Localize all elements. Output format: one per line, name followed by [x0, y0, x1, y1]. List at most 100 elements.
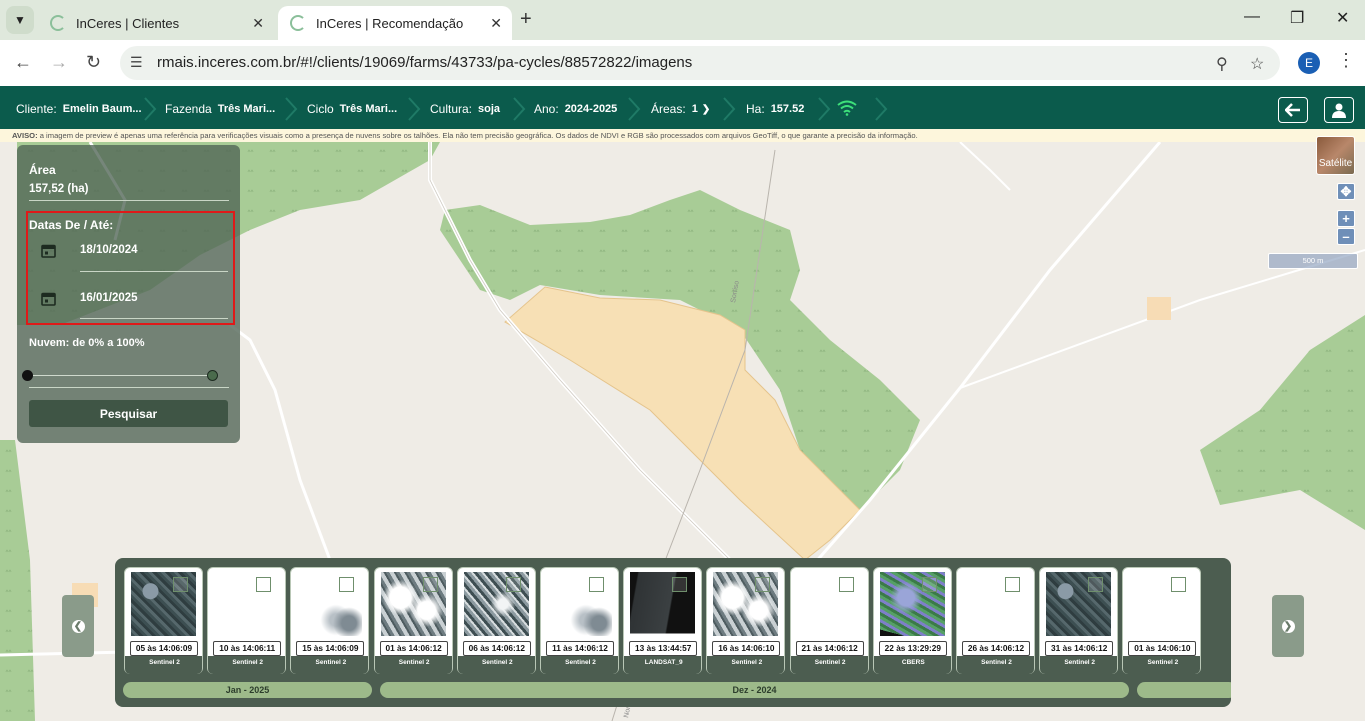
image-thumbnail[interactable] — [547, 572, 612, 636]
breadcrumb-cultura[interactable]: Cultura: soja — [430, 86, 500, 132]
image-card[interactable]: 31 às 14:06:12 Sentinel 2 — [1039, 567, 1119, 674]
url-field[interactable]: ☰ rmais.inceres.com.br/#!/clients/19069/… — [120, 46, 1280, 80]
image-thumbnail[interactable] — [630, 572, 696, 636]
restore-window-icon[interactable]: ❐ — [1290, 8, 1304, 28]
image-select-checkbox[interactable] — [422, 577, 438, 592]
image-thumbnail[interactable] — [713, 572, 779, 636]
profile-avatar[interactable]: E — [1298, 52, 1320, 74]
zoom-out-button[interactable]: – — [1337, 228, 1355, 245]
new-tab-plus-icon[interactable]: + — [520, 8, 532, 31]
image-select-checkbox[interactable] — [505, 577, 521, 592]
site-settings-icon[interactable]: ☰ — [130, 54, 143, 71]
month-group-label[interactable] — [1137, 682, 1231, 698]
image-select-checkbox[interactable] — [921, 577, 937, 592]
breadcrumb-fazenda[interactable]: Fazenda Três Mari... — [165, 86, 275, 132]
move-button[interactable]: ✥ — [1337, 183, 1355, 200]
image-thumbnail[interactable] — [380, 572, 446, 636]
browser-tab-recomendacao[interactable]: InCeres | Recomendação ✕ — [278, 6, 512, 40]
image-card[interactable]: 01 às 14:06:10 Sentinel 2 — [1122, 567, 1202, 674]
arrow-left-icon — [1285, 103, 1300, 117]
image-select-checkbox[interactable] — [256, 577, 272, 592]
browser-menu-icon[interactable]: ⋮ — [1337, 50, 1355, 71]
back-button[interactable] — [1278, 97, 1308, 123]
user-icon — [1332, 103, 1346, 118]
image-select-checkbox[interactable] — [672, 577, 688, 592]
image-thumbnail[interactable] — [1129, 572, 1195, 636]
month-group-label[interactable]: Jan - 2025 — [123, 682, 372, 698]
image-card[interactable]: 16 às 14:06:10 Sentinel 2 — [706, 567, 786, 674]
image-select-checkbox[interactable] — [1171, 577, 1187, 592]
image-select-checkbox[interactable] — [1005, 577, 1020, 592]
image-card[interactable]: 26 às 14:06:12 Sentinel 2 — [956, 567, 1035, 674]
vegetation-area — [1200, 315, 1365, 530]
image-card[interactable]: 01 às 14:06:12 Sentinel 2 — [373, 567, 453, 674]
breadcrumb-cliente[interactable]: Cliente: Emelin Baum... — [16, 86, 142, 132]
image-select-checkbox[interactable] — [589, 577, 604, 592]
image-source: Sentinel 2 — [398, 659, 430, 666]
bookmark-star-icon[interactable]: ☆ — [1250, 54, 1264, 74]
chevron-right-icon — [513, 97, 526, 121]
image-card[interactable]: 05 às 14:06:09 Sentinel 2 — [124, 567, 203, 674]
preview-warning: AVISO: a imagem de preview é apenas uma … — [0, 129, 1365, 142]
image-thumbnail[interactable] — [131, 572, 196, 636]
image-date: 01 às 14:06:10 — [1128, 641, 1197, 656]
forward-arrow-icon[interactable]: → — [50, 52, 68, 73]
reload-icon[interactable]: ↻ — [86, 52, 101, 73]
image-thumbnail[interactable] — [214, 572, 280, 636]
chevron-right-icon — [408, 97, 421, 121]
image-thumbnail[interactable] — [963, 572, 1028, 636]
back-arrow-icon[interactable]: ← — [14, 52, 32, 73]
image-thumbnail[interactable] — [297, 572, 363, 636]
image-date: 15 às 14:06:09 — [296, 641, 365, 656]
image-card[interactable]: 06 às 14:06:12 Sentinel 2 — [456, 567, 536, 674]
cloud-min-handle[interactable] — [22, 370, 33, 381]
satellite-layer-button[interactable]: Satélite — [1316, 136, 1355, 175]
plus-icon: + — [1342, 211, 1350, 226]
image-date: 01 às 14:06:12 — [379, 641, 448, 656]
chevron-right-icon — [144, 97, 157, 121]
minimize-icon[interactable]: — — [1244, 8, 1260, 26]
image-thumbnail[interactable] — [796, 572, 862, 636]
search-button[interactable]: Pesquisar — [29, 400, 228, 427]
close-tab-icon[interactable]: ✕ — [252, 15, 264, 32]
image-source: Sentinel 2 — [149, 659, 180, 666]
image-select-checkbox[interactable] — [1088, 577, 1104, 592]
image-card[interactable]: 21 às 14:06:12 Sentinel 2 — [789, 567, 869, 674]
timeline-prev-button[interactable]: ❮ — [62, 595, 94, 657]
chevron-left-icon: ❮ — [71, 619, 85, 633]
chevron-right-icon — [628, 97, 641, 121]
dropdown-chevron-icon[interactable]: ❯ — [702, 104, 710, 115]
zoom-in-button[interactable]: + — [1337, 210, 1355, 227]
image-timeline: 05 às 14:06:09 Sentinel 2 10 às 14:06:11 Se… — [115, 558, 1231, 707]
image-select-checkbox[interactable] — [173, 577, 188, 592]
timeline-next-button[interactable]: ❯ — [1272, 595, 1304, 657]
image-card[interactable]: 15 às 14:06:09 Sentinel 2 — [290, 567, 370, 674]
browser-tab-clientes[interactable]: InCeres | Clientes ✕ — [38, 6, 274, 40]
breadcrumb-ano[interactable]: Ano: 2024-2025 — [534, 86, 617, 132]
small-field-polygon[interactable] — [1147, 297, 1171, 320]
user-profile-button[interactable] — [1324, 97, 1354, 123]
breadcrumb-areas[interactable]: Áreas: 1 ❯ — [651, 86, 710, 132]
image-card[interactable]: 13 às 13:44:57 LANDSAT_9 — [623, 567, 703, 674]
image-card[interactable]: 11 às 14:06:12 Sentinel 2 — [540, 567, 619, 674]
image-select-checkbox[interactable] — [838, 577, 854, 592]
image-source: Sentinel 2 — [481, 659, 513, 666]
zoom-icon[interactable]: ⚲ — [1216, 54, 1228, 74]
close-tab-icon[interactable]: ✕ — [490, 15, 502, 32]
image-card[interactable]: 10 às 14:06:11 Sentinel 2 — [207, 567, 287, 674]
dates-highlight-box — [26, 211, 235, 325]
close-window-icon[interactable]: ✕ — [1336, 8, 1349, 28]
month-group-label[interactable]: Dez - 2024 — [380, 682, 1129, 698]
image-thumbnail[interactable] — [879, 572, 945, 636]
breadcrumb-ciclo[interactable]: Ciclo Três Mari... — [307, 86, 397, 132]
image-thumbnail[interactable] — [1046, 572, 1112, 636]
cloud-range-slider[interactable] — [22, 370, 218, 381]
image-select-checkbox[interactable] — [339, 577, 355, 592]
cloud-max-handle[interactable] — [207, 370, 218, 381]
chevron-right-icon — [818, 97, 831, 121]
image-card[interactable]: 22 às 13:29:29 CBERS — [872, 567, 952, 674]
tab-search-chevron-icon[interactable]: ▼ — [6, 6, 34, 34]
image-select-checkbox[interactable] — [755, 577, 771, 592]
inceres-favicon-icon — [50, 15, 66, 31]
image-thumbnail[interactable] — [463, 572, 529, 636]
